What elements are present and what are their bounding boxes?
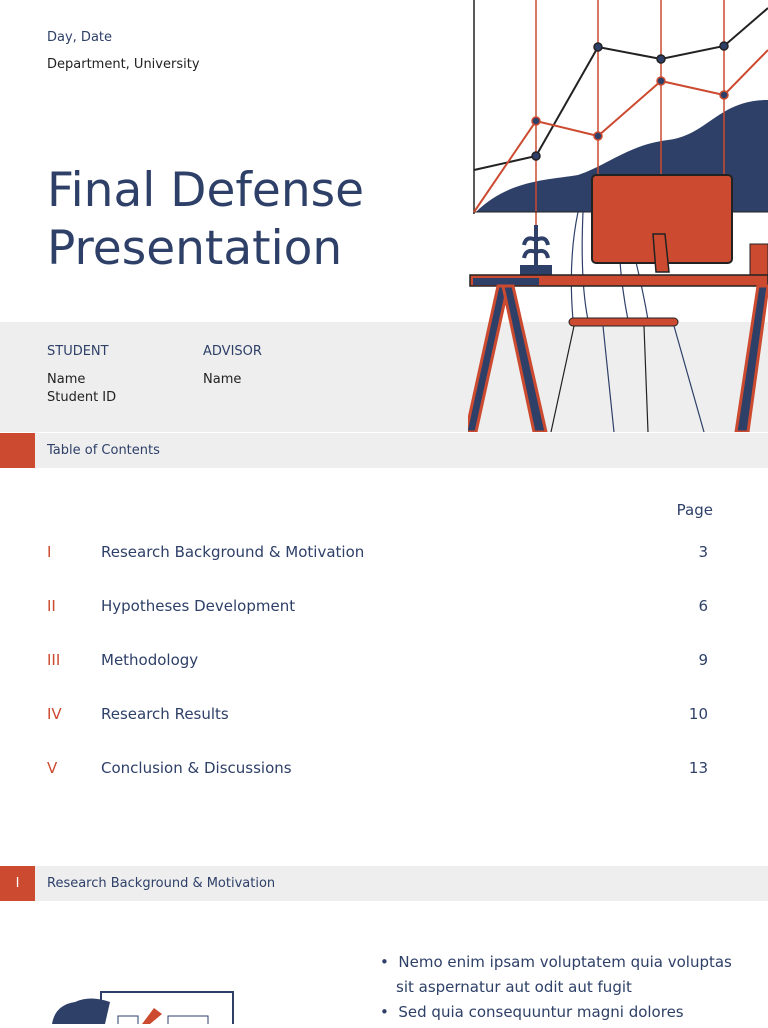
toc-num: V — [47, 759, 58, 777]
bullet-item: • Sed quia consequuntur magni dolores — [380, 1003, 684, 1021]
toc-item[interactable]: III Methodology 9 — [47, 651, 708, 673]
section-title: Research Background & Motivation — [47, 876, 276, 891]
student-name: Name — [47, 372, 86, 387]
bookshelf-illustration — [50, 990, 240, 1028]
title-line-2: Presentation — [47, 221, 343, 276]
toc-name: Research Background & Motivation — [101, 543, 365, 561]
toc-num: II — [47, 597, 56, 615]
toc-item[interactable]: IV Research Results 10 — [47, 705, 708, 727]
toc-num: IV — [47, 705, 62, 723]
toc-page: 3 — [698, 543, 708, 561]
bullet-list: • Nemo enim ipsam voluptatem quia volupt… — [380, 950, 740, 1025]
toc-page: 10 — [688, 705, 708, 723]
student-label: STUDENT — [47, 344, 109, 359]
bullet-item: • Nemo enim ipsam voluptatem quia volupt… — [380, 953, 732, 996]
page-column-header: Page — [676, 501, 713, 519]
bullet-text: Nemo enim ipsam voluptatem quia voluptas… — [396, 953, 732, 996]
toc-title: Table of Contents — [47, 443, 160, 458]
toc-page: 6 — [698, 597, 708, 615]
page-title: Final Defense Presentation — [47, 162, 364, 278]
toc-name: Methodology — [101, 651, 199, 669]
toc-page: 13 — [688, 759, 708, 777]
toc-page: 9 — [698, 651, 708, 669]
advisor-name: Name — [203, 372, 242, 387]
toc-num: I — [47, 543, 52, 561]
desk-illustration — [464, 0, 768, 436]
section-header: I Research Background & Motivation — [0, 866, 768, 901]
student-info: Name Student ID — [47, 371, 116, 407]
section-marker — [0, 433, 35, 468]
section-number: I — [0, 866, 35, 901]
student-id: Student ID — [47, 390, 117, 405]
presentation-date: Day, Date — [47, 30, 113, 45]
toc-name: Research Results — [101, 705, 229, 723]
toc-num: III — [47, 651, 61, 669]
toc-name: Conclusion & Discussions — [101, 759, 292, 777]
advisor-label: ADVISOR — [203, 344, 262, 359]
toc-name: Hypotheses Development — [101, 597, 296, 615]
title-line-1: Final Defense — [47, 163, 365, 218]
toc-item[interactable]: II Hypotheses Development 6 — [47, 597, 708, 619]
toc-item[interactable]: I Research Background & Motivation 3 — [47, 543, 708, 565]
bullet-text: Sed quia consequuntur magni dolores — [398, 1003, 684, 1021]
toc-header: Table of Contents — [0, 433, 768, 468]
department: Department, University — [47, 57, 200, 72]
toc-item[interactable]: V Conclusion & Discussions 13 — [47, 759, 708, 781]
